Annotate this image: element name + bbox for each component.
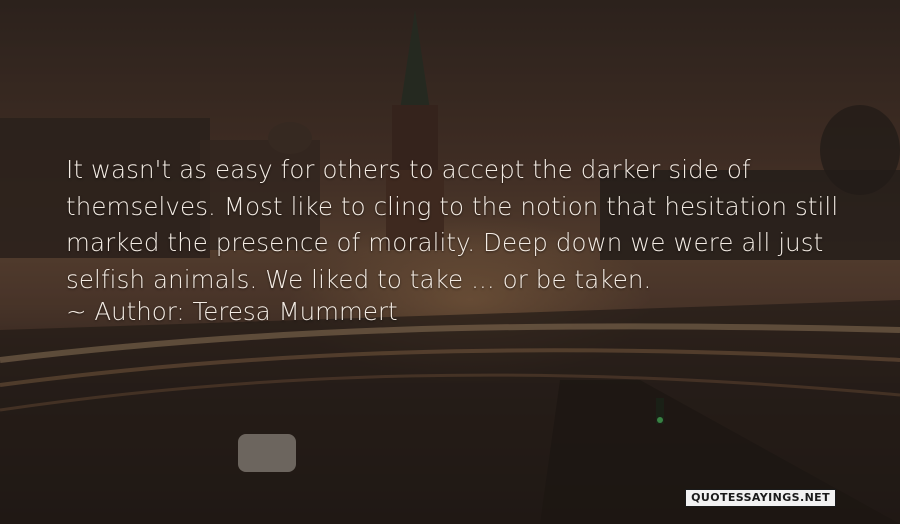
quote-line: selfish animals. We liked to take ... or… (66, 264, 652, 294)
quote-line: It wasn't as easy for others to accept t… (66, 155, 751, 184)
quote-line: marked the presence of morality. Deep do… (66, 228, 824, 257)
quote-text: It wasn't as easy for others to accept t… (66, 152, 856, 298)
author-name: Teresa Mummert (192, 297, 398, 326)
author-label: Author: (94, 297, 185, 326)
site-watermark: QUOTESSAYINGS.NET (685, 489, 836, 507)
quote-line: themselves. Most like to cling to the no… (66, 191, 839, 221)
quote-image: It wasn't as easy for others to accept t… (0, 0, 900, 524)
tilde-icon: ~ (66, 297, 87, 326)
author-attribution: ~ Author: Teresa Mummert (66, 294, 398, 330)
